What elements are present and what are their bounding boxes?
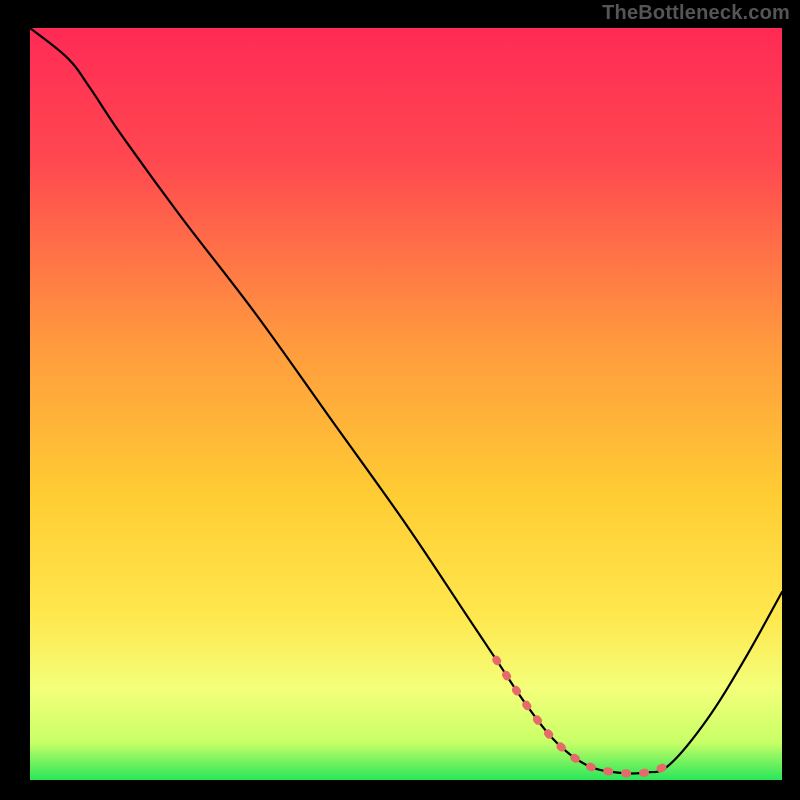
gradient-background (30, 28, 782, 780)
chart-svg (30, 28, 782, 780)
watermark-text: TheBottleneck.com (602, 2, 790, 25)
chart-stage: TheBottleneck.com (0, 0, 800, 800)
bottleneck-chart (30, 28, 782, 780)
